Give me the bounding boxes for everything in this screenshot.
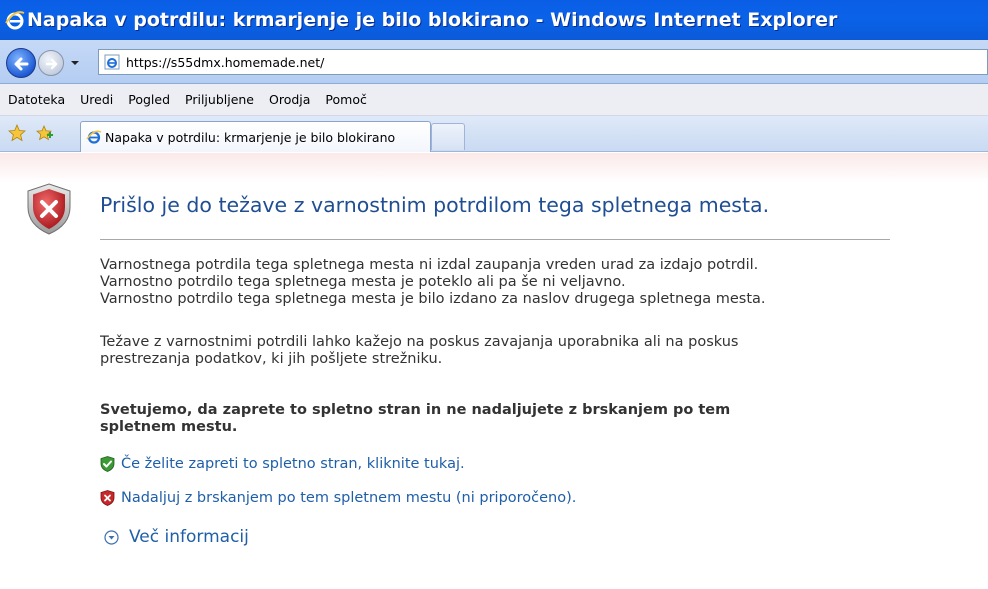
expand-chevron-icon[interactable]: [104, 529, 119, 545]
new-tab-button[interactable]: [431, 123, 465, 150]
add-favorite-icon[interactable]: [36, 124, 54, 142]
close-page-link[interactable]: Če želite zapreti to spletno stran, klik…: [121, 456, 465, 472]
menu-bar: Datoteka Uredi Pogled Priljubljene Orodj…: [0, 84, 988, 116]
continue-row: Nadaljuj z brskanjem po tem spletnem mes…: [100, 490, 576, 506]
close-page-row: Če želite zapreti to spletno stran, klik…: [100, 456, 465, 472]
window-titlebar[interactable]: Napaka v potrdilu: krmarjenje je bilo bl…: [0, 0, 988, 40]
ie-page-icon: [104, 54, 120, 70]
certificate-error-page: Prišlo je do težave z varnostnim potrdil…: [0, 153, 988, 589]
shield-error-icon: [27, 183, 71, 235]
menu-item-pogled[interactable]: Pogled: [128, 92, 170, 107]
heading-divider: [100, 239, 890, 240]
more-info-row[interactable]: Več informacij: [104, 527, 249, 547]
address-url: https://s55dmx.homemade.net/: [126, 54, 325, 70]
warning-line: prestrezanja podatkov, ki jih pošljete s…: [100, 351, 443, 367]
recommendation-paragraph: Svetujemo, da zaprete to spletno stran i…: [100, 402, 730, 436]
menu-item-datoteka[interactable]: Datoteka: [8, 92, 65, 107]
menu-item-orodja[interactable]: Orodja: [269, 92, 310, 107]
recommendation-line: Svetujemo, da zaprete to spletno stran i…: [100, 402, 731, 418]
ie-tab-icon: [86, 130, 102, 144]
red-shield-x-icon: [100, 490, 115, 506]
window-title: Napaka v potrdilu: krmarjenje je bilo bl…: [27, 9, 838, 31]
forward-arrow-icon: [45, 58, 58, 70]
menu-item-uredi[interactable]: Uredi: [80, 92, 113, 107]
recommendation-line: spletnem mestu.: [100, 419, 238, 435]
forward-button[interactable]: [38, 50, 64, 76]
page-heading: Prišlo je do težave z varnostnim potrdil…: [100, 193, 770, 217]
menu-item-pomoc[interactable]: Pomoč: [325, 92, 366, 107]
address-toolbar: https://s55dmx.homemade.net/: [0, 40, 988, 84]
problem-line: Varnostno potrdilo tega spletnega mesta …: [100, 291, 766, 307]
address-input[interactable]: https://s55dmx.homemade.net/: [98, 49, 988, 75]
warning-paragraph: Težave z varnostnimi potrdili lahko kaže…: [100, 334, 738, 368]
menu-item-priljubljene[interactable]: Priljubljene: [185, 92, 254, 107]
green-shield-check-icon: [100, 456, 115, 472]
continue-to-site-link[interactable]: Nadaljuj z brskanjem po tem spletnem mes…: [121, 490, 576, 506]
back-arrow-icon: [14, 57, 29, 71]
certificate-problems-paragraph: Varnostnega potrdila tega spletnega mest…: [100, 257, 766, 308]
more-info-link[interactable]: Več informacij: [129, 527, 249, 547]
problem-line: Varnostnega potrdila tega spletnega mest…: [100, 257, 759, 273]
tab-strip: Napaka v potrdilu: krmarjenje je bilo bl…: [0, 116, 988, 152]
tab-label: Napaka v potrdilu: krmarjenje je bilo bl…: [105, 129, 396, 145]
warning-line: Težave z varnostnimi potrdili lahko kaže…: [100, 334, 739, 350]
problem-line: Varnostno potrdilo tega spletnega mesta …: [100, 274, 626, 290]
history-dropdown-icon[interactable]: [70, 58, 80, 68]
favorites-star-icon[interactable]: [8, 124, 26, 142]
tab-active[interactable]: Napaka v potrdilu: krmarjenje je bilo bl…: [80, 121, 431, 152]
ie-logo-icon: [5, 11, 25, 30]
back-button[interactable]: [6, 48, 36, 78]
